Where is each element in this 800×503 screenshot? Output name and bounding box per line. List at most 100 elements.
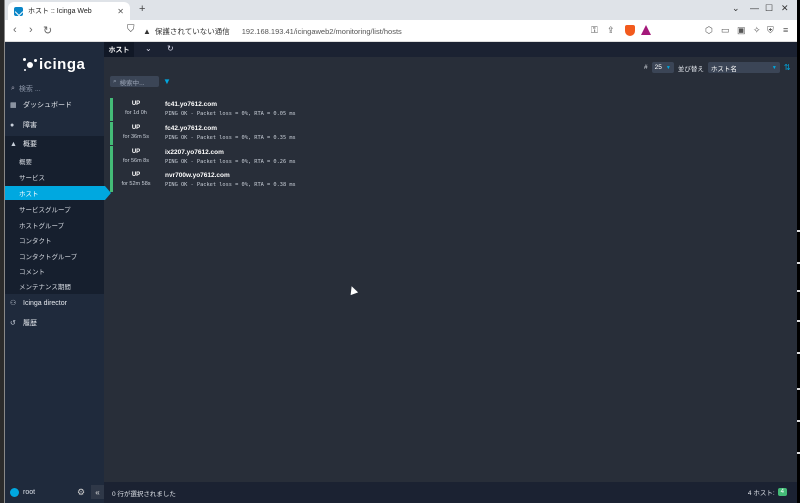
collapse-sidebar-icon[interactable]: « (91, 485, 104, 499)
sort-select[interactable]: ホスト名 ▼ (707, 62, 780, 73)
sidebar-item-label: Icinga director (23, 299, 67, 307)
user-menu[interactable]: root ⚙ « (5, 482, 104, 503)
table-row[interactable]: UP for 1d 0h fc41.yo7612.com PING OK - P… (110, 98, 410, 121)
host-state-duration: for 1d 0h (125, 110, 147, 116)
browser-toolbar: ‹ › ↻ ⛉ ▲ 保護されていない通信 192.168.193.41/icin… (5, 20, 797, 42)
state-indicator (110, 146, 113, 169)
host-name[interactable]: fc41.yo7612.com (165, 101, 217, 108)
table-row[interactable]: UP for 52m 58s nvr700w.yo7612.com PING O… (110, 169, 410, 192)
tab-hosts[interactable]: ホスト (104, 42, 134, 57)
close-window-icon[interactable]: ✕ (781, 3, 789, 14)
bookmark-icon[interactable]: ⛉ (127, 24, 135, 35)
sub-item-overview[interactable]: 概要 (5, 154, 104, 168)
icinga-logo[interactable]: icinga (23, 56, 85, 73)
refresh-icon[interactable]: ↻ (167, 44, 174, 53)
icinga-favicon-icon (14, 6, 23, 16)
problems-icon: ● (10, 121, 15, 129)
sidebar-search[interactable]: ⌕ 検索 ... (11, 83, 99, 95)
minimize-icon[interactable]: — (750, 3, 759, 13)
host-name[interactable]: fc42.yo7612.com (165, 125, 217, 132)
sub-item-contactgroups[interactable]: コンタクトグループ (5, 249, 104, 263)
limit-value: 25 (654, 64, 662, 71)
address-bar[interactable]: ▲ 保護されていない通信 192.168.193.41/icingaweb2/m… (143, 23, 663, 39)
dashboard-icon: ▦ (10, 102, 17, 109)
share-icon[interactable]: ⇪ (607, 25, 615, 36)
key-icon[interactable]: ⚿ (591, 25, 598, 36)
list-controls: # 25 ▼ 並び替え ホスト名 ▼ ⇅ (644, 62, 791, 73)
overview-icon: ▲ (10, 140, 17, 148)
host-state: UP (131, 101, 141, 107)
menu-icon[interactable]: ≡ (783, 25, 788, 35)
username: root (23, 489, 36, 496)
host-name[interactable]: nvr700w.yo7612.com (165, 172, 230, 179)
warning-icon: ▲ (143, 26, 151, 36)
host-output: PING OK - Packet loss = 0%, RTA = 0.05 m… (165, 111, 296, 117)
brave-shield-icon[interactable] (625, 25, 635, 36)
maximize-icon[interactable]: ☐ (765, 3, 773, 14)
sidebar: icinga ⌕ 検索 ... ▦ ダッシュボード ● 障害 ▲ 概要 概要 サ (5, 42, 111, 503)
filter-icon[interactable]: ▼ (163, 77, 171, 86)
host-output: PING OK - Packet loss = 0%, RTA = 0.26 m… (165, 159, 296, 165)
sidebar-icon[interactable]: ▭ (721, 25, 730, 36)
host-state: UP (131, 149, 141, 155)
host-output: PING OK - Packet loss = 0%, RTA = 0.35 m… (165, 135, 296, 141)
limit-label: # (644, 64, 648, 71)
host-state-duration: for 36m 5s (123, 134, 149, 140)
table-row[interactable]: UP for 56m 8s ix2207.yo7612.com PING OK … (110, 146, 410, 169)
sidebar-item-history[interactable]: ↺ 履歴 (5, 316, 104, 330)
brave-rewards-icon[interactable] (641, 25, 651, 35)
sidebar-item-label: 障害 (23, 122, 37, 129)
logo-text: icinga (39, 56, 86, 73)
browser-tab[interactable]: ホスト :: Icinga Web ✕ (8, 2, 130, 20)
search-icon: ⌕ (11, 85, 15, 92)
host-name[interactable]: ix2207.yo7612.com (165, 149, 224, 156)
sidebar-item-dashboard[interactable]: ▦ ダッシュボード (5, 98, 104, 112)
chevron-down-icon: ▼ (771, 64, 777, 71)
sidebar-item-director[interactable]: ⚇ Icinga director (5, 296, 104, 310)
gear-icon[interactable]: ⚙ (77, 487, 85, 498)
sub-item-comments[interactable]: コメント (5, 264, 104, 278)
mouse-cursor-icon (347, 284, 359, 296)
filter-input[interactable]: ⌕ 検索中... (110, 76, 159, 87)
host-output: PING OK - Packet loss = 0%, RTA = 0.38 m… (165, 182, 296, 188)
icinga-app: icinga ⌕ 検索 ... ▦ ダッシュボード ● 障害 ▲ 概要 概要 サ (5, 42, 797, 503)
search-icon: ⌕ (113, 77, 117, 85)
status-badge[interactable]: 4 (777, 488, 787, 496)
close-tab-icon[interactable]: ✕ (117, 7, 124, 16)
sub-item-downtimes[interactable]: メンテナンス期間 (5, 279, 104, 293)
sub-item-contacts[interactable]: コンタクト (5, 233, 104, 247)
new-tab-icon[interactable]: + (139, 3, 145, 15)
host-state-duration: for 56m 8s (123, 158, 149, 164)
sidebar-item-label: ダッシュボード (23, 102, 72, 109)
chevron-down-icon[interactable]: ⌄ (732, 3, 740, 14)
forward-icon[interactable]: › (29, 24, 33, 36)
sort-label: 並び替え (677, 65, 704, 73)
chevron-down-icon[interactable]: ⌄ (145, 44, 152, 53)
overview-group: ▲ 概要 概要 サービス ホスト サービスグループ ホストグループ コンタクト … (5, 136, 111, 294)
sidebar-item-label: 履歴 (23, 320, 37, 327)
sub-item-hostgroups[interactable]: ホストグループ (5, 218, 104, 232)
chevron-down-icon: ▼ (665, 64, 671, 71)
sub-item-services[interactable]: サービス (5, 170, 104, 184)
sidebar-item-problems[interactable]: ● 障害 (5, 118, 104, 132)
sub-item-servicegroups[interactable]: サービスグループ (5, 202, 104, 216)
avatar (10, 488, 19, 497)
sidebar-item-overview[interactable]: ▲ 概要 (5, 137, 104, 151)
state-indicator (110, 98, 113, 121)
host-state: UP (131, 172, 141, 178)
director-icon: ⚇ (10, 300, 17, 307)
wallet-icon[interactable]: ▣ (737, 25, 746, 36)
vpn-icon[interactable]: ⛨ (767, 25, 774, 36)
extensions-icon[interactable]: ⬡ (705, 25, 713, 36)
tab-strip: ホスト :: Icinga Web ✕ + ⌄ — ☐ ✕ (5, 0, 797, 20)
filter-placeholder: 検索中... (119, 79, 145, 87)
limit-select[interactable]: 25 ▼ (651, 62, 674, 73)
leo-icon[interactable]: ✧ (753, 25, 761, 36)
back-icon[interactable]: ‹ (13, 24, 17, 36)
url-text: 192.168.193.41/icingaweb2/monitoring/lis… (241, 26, 402, 36)
table-row[interactable]: UP for 36m 5s fc42.yo7612.com PING OK - … (110, 122, 410, 145)
host-count: 4 ホスト: 4 (748, 487, 787, 497)
sub-item-hosts[interactable]: ホスト (5, 186, 111, 200)
sort-direction-icon[interactable]: ⇅ (784, 63, 791, 72)
reload-icon[interactable]: ↻ (43, 24, 52, 37)
